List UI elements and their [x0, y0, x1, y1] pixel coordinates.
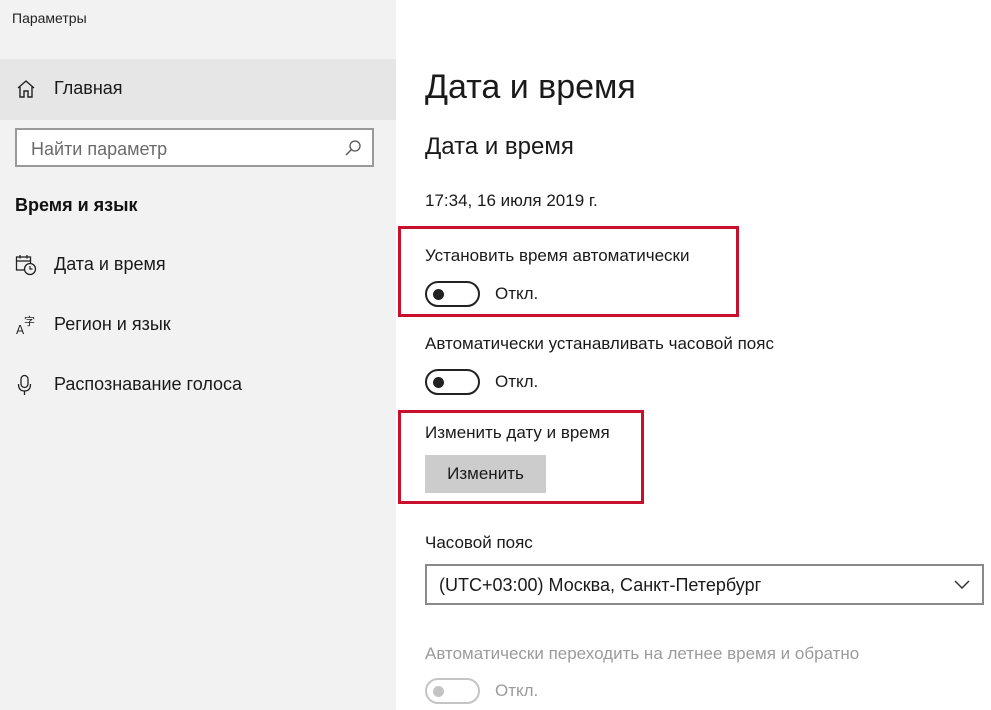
sidebar-item-region-language[interactable]: A 字 Регион и язык — [0, 306, 396, 346]
auto-timezone-label: Автоматически устанавливать часовой пояс — [425, 334, 774, 353]
sidebar-item-label: Дата и время — [54, 254, 166, 274]
microphone-icon — [17, 374, 32, 395]
sidebar-item-date-time[interactable]: Дата и время — [0, 246, 396, 286]
page-title: Дата и время — [425, 68, 636, 106]
highlight-box-change-datetime — [398, 410, 644, 504]
sidebar-item-label: Главная — [54, 78, 123, 98]
sidebar-item-label: Регион и язык — [54, 314, 171, 334]
window-title: Параметры — [12, 10, 87, 26]
svg-text:字: 字 — [24, 314, 35, 328]
search-input[interactable]: Найти параметр — [15, 128, 374, 167]
highlight-box-auto-time — [398, 226, 739, 317]
timezone-value: (UTC+03:00) Москва, Санкт-Петербург — [439, 575, 762, 595]
auto-timezone-state: Откл. — [495, 372, 539, 391]
search-icon[interactable] — [344, 139, 362, 157]
home-icon — [17, 80, 35, 98]
timezone-select[interactable]: (UTC+03:00) Москва, Санкт-Петербург — [425, 564, 984, 605]
sidebar: Параметры Главная Найти параметр Время и… — [0, 0, 396, 710]
main-content: Дата и время Дата и время 17:34, 16 июля… — [396, 0, 991, 710]
dst-label: Автоматически переходить на летнее время… — [425, 644, 860, 663]
sidebar-item-speech[interactable]: Распознавание голоса — [0, 366, 396, 406]
auto-timezone-toggle[interactable] — [425, 369, 480, 395]
sidebar-item-label: Распознавание голоса — [54, 374, 243, 394]
timezone-label: Часовой пояс — [425, 533, 533, 552]
current-datetime: 17:34, 16 июля 2019 г. — [425, 191, 598, 210]
toggle-knob — [433, 377, 444, 388]
sidebar-section-title: Время и язык — [15, 195, 138, 215]
calendar-clock-icon — [15, 255, 37, 276]
toggle-knob — [433, 686, 444, 697]
chevron-down-icon — [954, 580, 970, 590]
sidebar-item-home[interactable]: Главная — [0, 59, 396, 120]
language-icon: A 字 — [16, 314, 35, 336]
dst-state: Откл. — [495, 681, 539, 700]
section-title: Дата и время — [425, 133, 574, 160]
dst-toggle[interactable] — [425, 678, 480, 704]
search-placeholder: Найти параметр — [31, 139, 168, 159]
